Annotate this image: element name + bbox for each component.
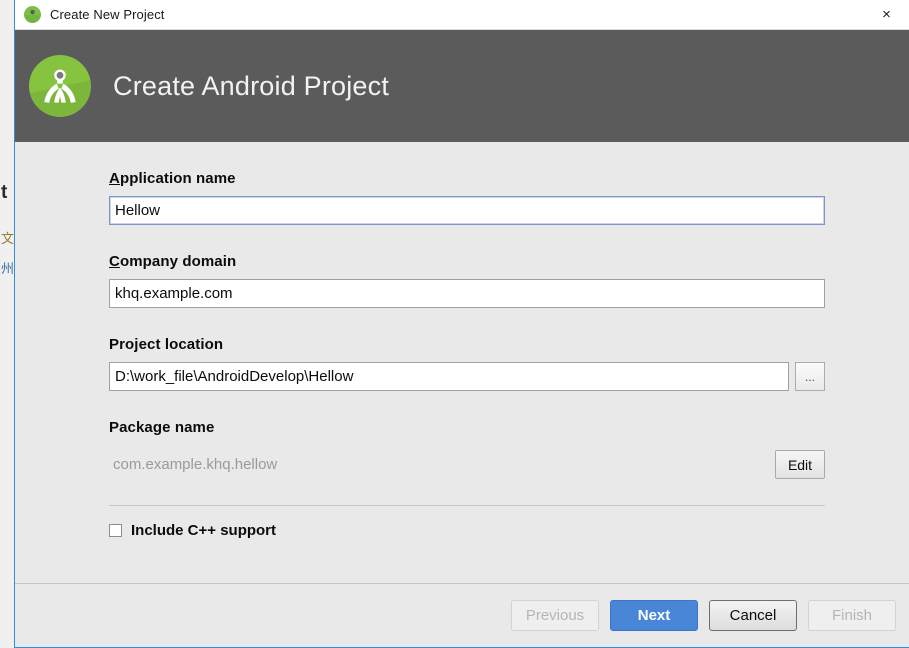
android-studio-icon: [24, 6, 41, 23]
package-name-field: Package name com.example.khq.hellow Edit: [109, 419, 825, 479]
package-name-label: Package name: [109, 419, 825, 436]
dialog-footer: Previous Next Cancel Finish: [15, 583, 909, 647]
background-text-1: t: [1, 182, 7, 204]
dialog-titlebar: Create New Project ×: [15, 0, 909, 30]
project-location-label: Project location: [109, 336, 825, 353]
create-new-project-dialog: Create New Project × Create Android Proj…: [14, 0, 909, 648]
dialog-title: Create New Project: [50, 7, 165, 22]
banner-title: Create Android Project: [113, 71, 389, 102]
application-name-field: Application name: [109, 170, 825, 225]
android-studio-logo: [29, 55, 91, 117]
project-form: Application name Company domain Project …: [15, 142, 909, 539]
close-icon[interactable]: ×: [864, 0, 909, 29]
previous-button[interactable]: Previous: [511, 600, 599, 631]
project-location-field: Project location ...: [109, 336, 825, 391]
browse-folder-button[interactable]: ...: [795, 362, 825, 391]
next-button[interactable]: Next: [610, 600, 698, 631]
cancel-button[interactable]: Cancel: [709, 600, 797, 631]
application-name-label: Application name: [109, 170, 825, 187]
company-domain-field: Company domain: [109, 253, 825, 308]
dialog-banner: Create Android Project: [15, 30, 909, 142]
include-cpp-support-row[interactable]: Include C++ support: [109, 522, 825, 539]
include-cpp-support-checkbox[interactable]: [109, 524, 122, 537]
company-domain-input[interactable]: [109, 279, 825, 308]
package-name-value: com.example.khq.hellow: [109, 456, 277, 473]
background-text-3: 州: [1, 258, 14, 277]
form-divider: [109, 505, 825, 506]
dialog-body: Application name Company domain Project …: [15, 142, 909, 583]
edit-package-name-button[interactable]: Edit: [775, 450, 825, 479]
background-window-edge: t 文 州: [0, 0, 14, 648]
background-text-2: 文: [1, 228, 14, 247]
project-location-input[interactable]: [109, 362, 789, 391]
include-cpp-support-label: Include C++ support: [131, 522, 276, 539]
finish-button[interactable]: Finish: [808, 600, 896, 631]
application-name-input[interactable]: [109, 196, 825, 225]
company-domain-label: Company domain: [109, 253, 825, 270]
